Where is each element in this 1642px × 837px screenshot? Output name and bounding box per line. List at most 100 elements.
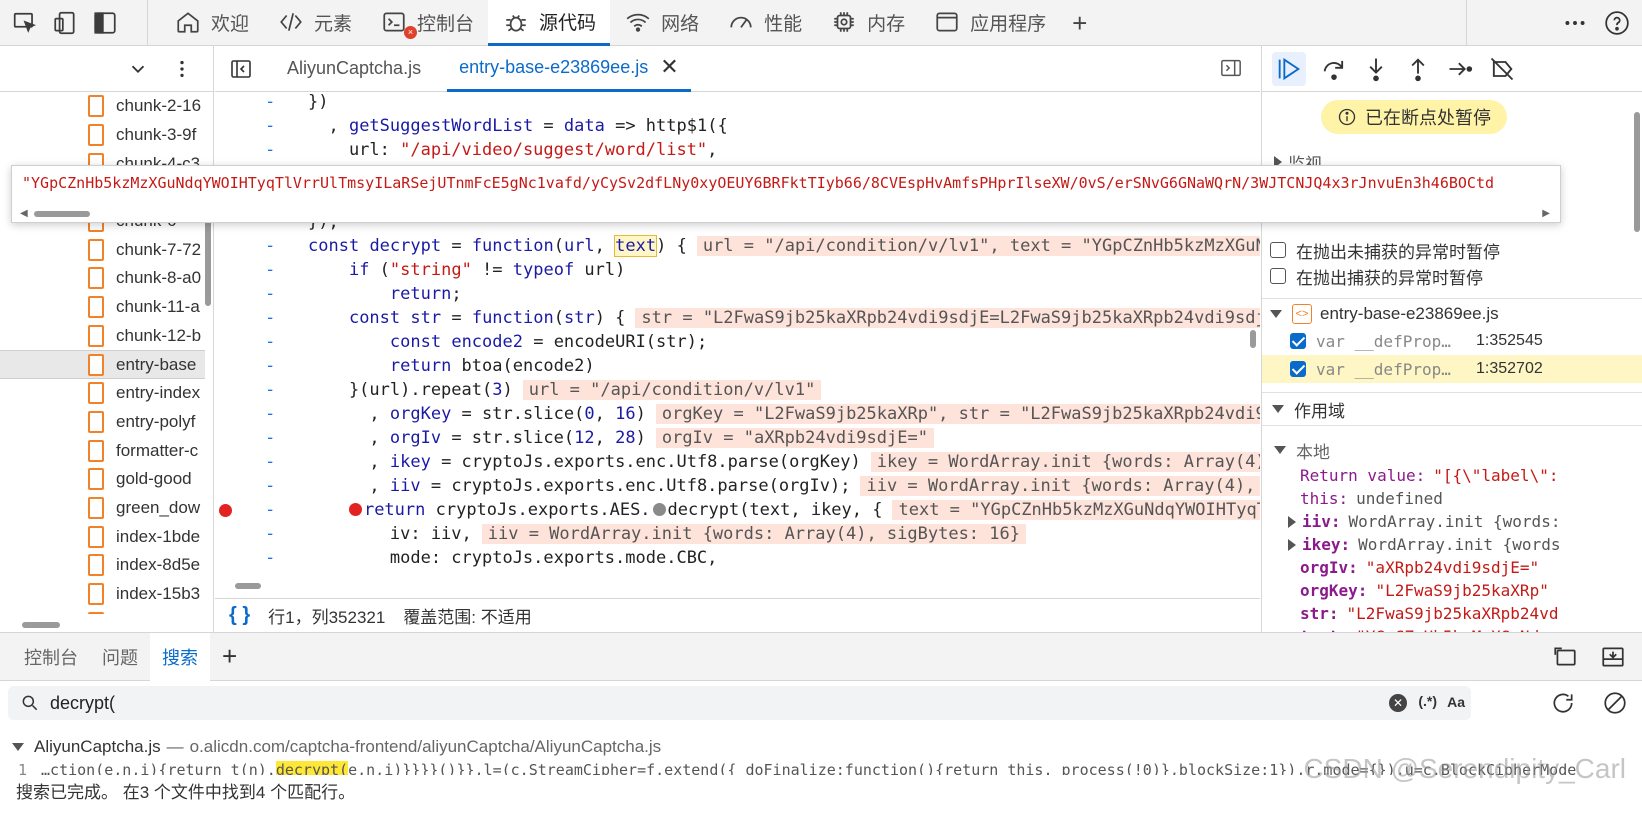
editor-tab-aliyuncaptcha[interactable]: AliyunCaptcha.js — [275, 46, 433, 92]
file-tree-item[interactable]: green_dow — [0, 494, 205, 523]
scroll-left-icon[interactable]: ◀ — [20, 208, 28, 219]
help-icon[interactable] — [1604, 10, 1630, 36]
file-name: chunk-8-a0 — [116, 268, 202, 288]
add-drawer-tab-button[interactable]: + — [210, 633, 249, 681]
file-tree-item[interactable]: chunk-12-b — [0, 322, 205, 351]
tab-application[interactable]: 应用程序 — [919, 0, 1060, 44]
file-tree-item[interactable]: gold-good — [0, 465, 205, 494]
search-result-file[interactable]: AliyunCaptcha.js — o.alicdn.com/captcha-… — [12, 737, 661, 757]
chevron-down-icon[interactable] — [127, 58, 149, 80]
match-case-toggle[interactable]: Aa — [1447, 694, 1465, 710]
file-tree-item[interactable]: index-8d5e — [0, 551, 205, 580]
toggle-debugger-icon[interactable] — [1218, 57, 1244, 79]
local-scope-header[interactable]: 本地 — [1262, 438, 1642, 462]
code-line-breakpoint[interactable]: - return cryptoJs.exports.AES. decrypt(te… — [215, 498, 1260, 522]
scope-variable[interactable]: orgKey: "L2FwaS9jb25kaXRp" — [1262, 579, 1642, 602]
resume-icon[interactable] — [1272, 51, 1306, 86]
pause-caught-exceptions[interactable]: 在抛出捕获的异常时暂停 — [1262, 262, 1642, 290]
deactivate-breakpoints-icon[interactable] — [1488, 55, 1516, 83]
debugger-scrollbar[interactable] — [1634, 112, 1640, 232]
file-name: entry-index — [116, 383, 201, 403]
drawer-tab-search[interactable]: 搜索 — [150, 632, 210, 681]
tab-label: 控制台 — [417, 13, 475, 35]
code-line: - , ikey = cryptoJs.exports.enc.Utf8.par… — [215, 450, 1260, 474]
scope-variable[interactable]: str: "L2FwaS9jb25kaXRpb24vd — [1262, 602, 1642, 625]
tab-sources[interactable]: 源代码 — [488, 0, 611, 46]
tab-performance[interactable]: 性能 — [713, 0, 816, 44]
clear-results-icon[interactable] — [1602, 690, 1628, 716]
tooltip-scrollbar[interactable] — [34, 211, 90, 217]
breakpoints-file-header[interactable]: <> entry-base-e23869ee.js — [1262, 298, 1642, 328]
scope-variable[interactable]: text:"YGpCZnHb5kzMzXGuNdq — [1262, 625, 1642, 632]
scope-variable[interactable]: orgIv: "aXRpb24vdi9sdjE=" — [1262, 556, 1642, 579]
file-name: index-72ca — [116, 613, 199, 614]
checkbox[interactable] — [1270, 268, 1286, 284]
scope-section-header[interactable]: 作用域 — [1262, 392, 1642, 426]
editor-tab-entry-base[interactable]: entry-base-e23869ee.js ✕ — [447, 45, 691, 92]
device-emulation-icon[interactable] — [52, 10, 78, 36]
checkbox[interactable] — [1290, 361, 1306, 377]
scope-variable[interactable]: this: undefined — [1262, 487, 1642, 510]
dock-side-icon[interactable] — [92, 10, 118, 36]
code-line: - url: "/api/video/suggest/word/list", — [265, 140, 718, 160]
file-tree-item[interactable]: entry-index — [0, 379, 205, 408]
file-tree-item[interactable]: chunk-7-72 — [0, 235, 205, 264]
cursor-position: 行1，列352321 — [268, 608, 386, 627]
regex-toggle[interactable]: (.*) — [1418, 693, 1437, 709]
file-tree-item[interactable]: chunk-11-a — [0, 293, 205, 322]
tab-memory[interactable]: 内存 — [816, 0, 919, 44]
plus-icon: + — [1072, 7, 1088, 38]
editor-horizontal-scrollbar[interactable] — [235, 583, 261, 589]
file-tree-item[interactable]: chunk-3-9f — [0, 121, 205, 150]
tab-console[interactable]: × 控制台 — [366, 0, 488, 44]
navigator-more-icon[interactable] — [171, 58, 193, 80]
toggle-navigator-icon[interactable] — [229, 57, 253, 81]
checkbox[interactable] — [1270, 242, 1286, 258]
more-options-icon[interactable] — [1562, 10, 1588, 36]
tab-network[interactable]: 网络 — [610, 0, 713, 44]
inspect-element-icon[interactable] — [12, 10, 38, 36]
tab-welcome[interactable]: 欢迎 — [160, 0, 263, 44]
breakpoint-item-active[interactable]: var __defProp… 1:352702 — [1262, 355, 1642, 383]
breakpoint-marker[interactable] — [219, 504, 232, 517]
file-tree-item[interactable]: index-72ca — [0, 608, 205, 614]
scope-variable[interactable]: Return value: "[{\"label\": — [1262, 464, 1642, 487]
checkbox[interactable] — [1290, 333, 1306, 349]
file-tree-item[interactable]: chunk-2-16 — [0, 92, 205, 121]
scroll-right-icon[interactable]: ▶ — [1542, 208, 1550, 219]
step-icon[interactable] — [1446, 55, 1474, 83]
search-input[interactable] — [50, 688, 1350, 718]
drawer-tab-console[interactable]: 控制台 — [12, 633, 90, 681]
file-icon — [88, 554, 104, 577]
code-line: - , orgKey = str.slice(0, 16) orgKey = "L… — [215, 402, 1260, 426]
file-tree-item[interactable]: entry-polyf — [0, 408, 205, 437]
file-tree-item[interactable]: formatter-c — [0, 436, 205, 465]
step-over-icon[interactable] — [1320, 55, 1348, 83]
file-tree-item[interactable]: index-1bde — [0, 522, 205, 551]
pretty-print-icon[interactable]: { } — [229, 604, 250, 627]
file-tree-item[interactable]: chunk-8-a0 — [0, 264, 205, 293]
refresh-icon[interactable] — [1550, 690, 1576, 716]
breakpoint-item[interactable]: var __defProp… 1:352545 — [1262, 327, 1642, 355]
undock-drawer-icon[interactable] — [1552, 644, 1578, 670]
dock-drawer-icon[interactable] — [1600, 644, 1626, 670]
add-tab-button[interactable]: + — [1060, 0, 1099, 46]
collapse-icon — [1270, 309, 1282, 318]
file-name: index-1bde — [116, 526, 201, 546]
scope-variable[interactable]: iiv: WordArray.init {words: — [1262, 510, 1642, 533]
file-tree-item[interactable]: index-15b3 — [0, 580, 205, 609]
pause-uncaught-exceptions[interactable]: 在抛出未捕获的异常时暂停 — [1262, 236, 1642, 264]
scope-variable[interactable]: ikey: WordArray.init {words — [1262, 533, 1642, 556]
clear-search-icon[interactable]: ✕ — [1389, 694, 1407, 712]
file-name: index-15b3 — [116, 584, 201, 604]
editor-scrollbar[interactable] — [1250, 330, 1256, 348]
step-into-icon[interactable] — [1362, 55, 1390, 83]
drawer-tab-issues[interactable]: 问题 — [90, 633, 150, 681]
file-tree-item[interactable]: entry-base — [0, 350, 205, 379]
tab-elements[interactable]: 元素 — [263, 0, 366, 44]
navigator-horizontal-scrollbar[interactable] — [22, 622, 60, 628]
close-icon[interactable]: ✕ — [660, 54, 678, 80]
step-out-icon[interactable] — [1404, 55, 1432, 83]
drawer-tabs: 控制台 问题 搜索 + — [0, 632, 1642, 681]
separator: — — [166, 737, 184, 756]
